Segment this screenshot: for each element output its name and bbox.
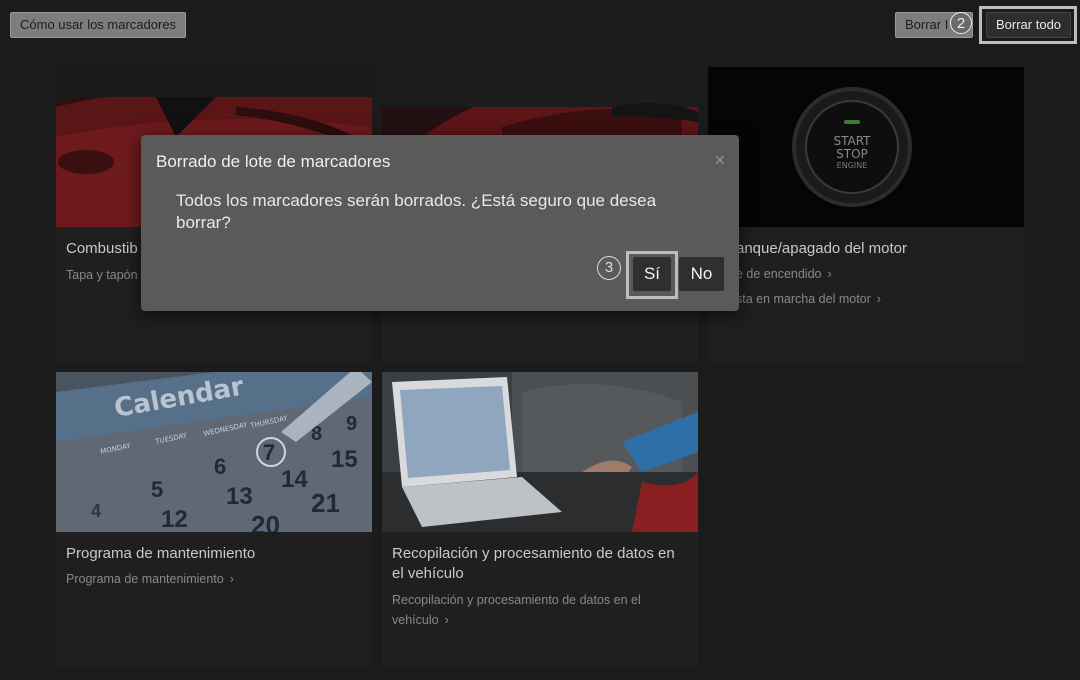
chevron-right-icon: › [444,613,449,627]
engine-text: ENGINE [837,161,868,170]
card-link[interactable]: e de encendido › [736,264,1010,284]
yes-button[interactable]: Sí [633,257,671,291]
bookmark-card-vehicle-data[interactable]: Recopilación y procesamiento de datos en… [382,372,698,667]
card-image-calendar: Calendar MONDAY TUESDAY WEDNESDAY THURSD… [56,372,372,532]
date-text: 12 [161,506,188,532]
date-text: 4 [91,501,101,521]
dialog-title: Borrado de lote de marcadores [156,152,391,171]
date-text: 6 [214,454,226,479]
card-image-laptop-engine [382,372,698,532]
date-text: 21 [311,488,340,518]
card-link[interactable]: sta en marcha del motor › [736,289,1010,309]
no-button[interactable]: No [679,257,724,291]
card-title: anque/apagado del motor [736,240,907,257]
date-text: 13 [226,483,253,510]
step-3-marker: 3 [597,256,621,280]
date-text: 7 [263,440,275,465]
step-2-marker: 2 [950,12,972,34]
card-title: Programa de mantenimiento [66,545,256,562]
date-text: 9 [346,413,357,435]
date-text: 14 [281,466,308,493]
bookmark-card-maintenance[interactable]: Calendar MONDAY TUESDAY WEDNESDAY THURSD… [56,372,372,667]
dialog-message: Todos los marcadores serán borrados. ¿Es… [176,191,657,232]
card-link[interactable]: Recopilación y procesamiento de datos en… [392,590,684,630]
bookmark-card-engine-start[interactable]: START STOP ENGINE anque/apagado del moto… [708,67,1024,362]
date-text: 20 [251,510,280,532]
chevron-right-icon: › [229,572,234,586]
card-title: Recopilación y procesamiento de datos en… [392,545,675,582]
card-image-start-stop-button: START STOP ENGINE [708,67,1024,227]
start-text: START [833,134,871,148]
date-text: 5 [151,477,163,502]
chevron-right-icon: › [876,292,881,306]
how-to-use-bookmarks-button[interactable]: Cómo usar los marcadores [10,12,187,38]
card-link[interactable]: Programa de mantenimiento › [66,569,358,589]
chevron-right-icon: › [827,267,832,281]
delete-bookmarks-dialog: Borrado de lote de marcadores × Todos lo… [141,135,739,311]
date-text: 15 [331,446,358,473]
close-icon[interactable]: × [714,150,725,171]
delete-all-button[interactable]: Borrar todo [986,12,1072,38]
stop-text: STOP [836,147,868,161]
